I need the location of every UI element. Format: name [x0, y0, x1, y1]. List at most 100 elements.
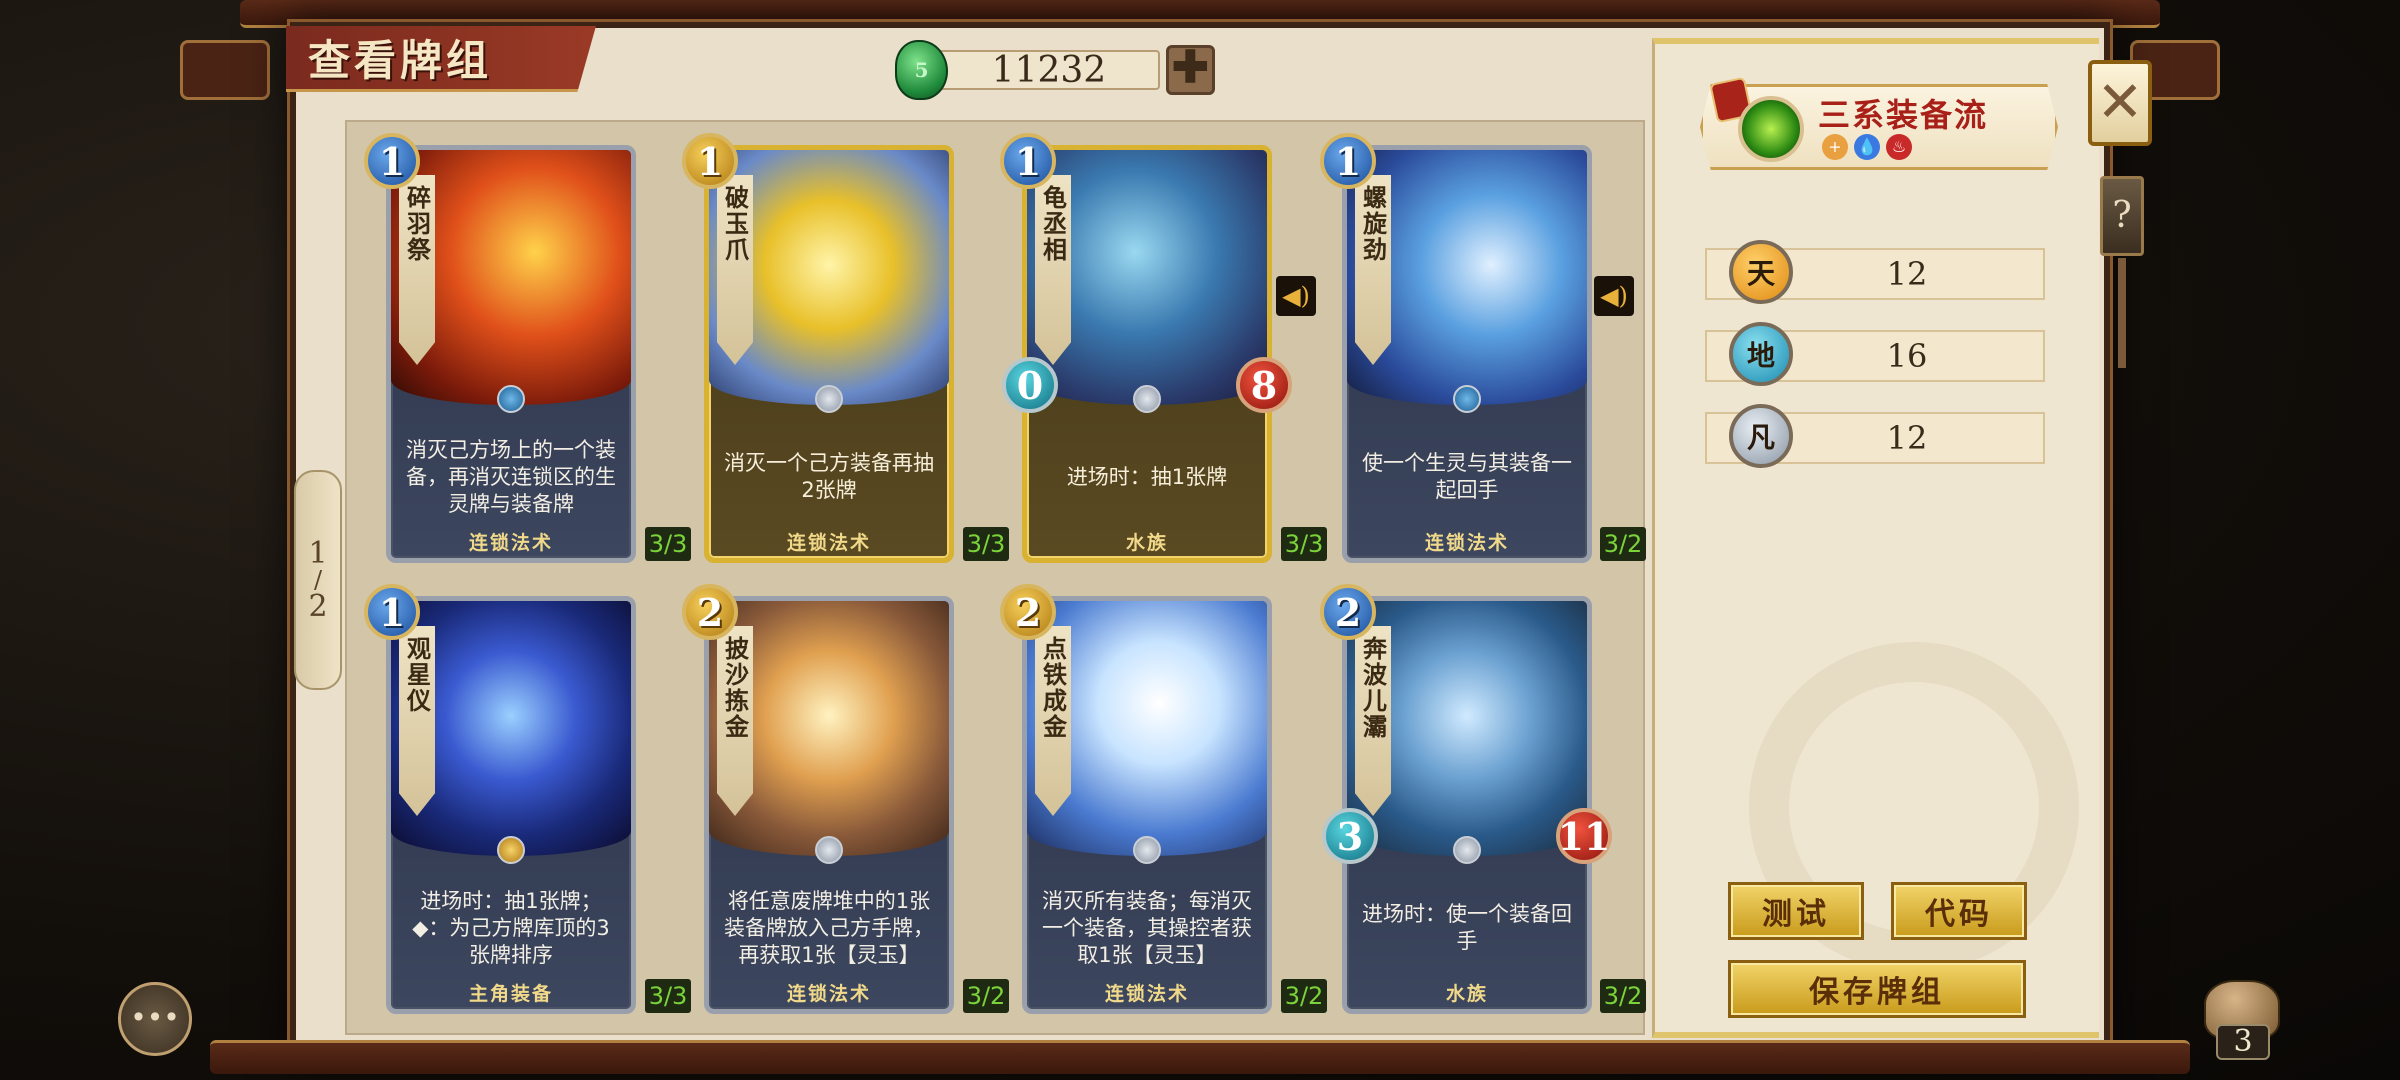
stat-heaven: 天 12	[1705, 240, 2045, 304]
stat-value: 16	[1886, 337, 1928, 375]
deck-emblem-icon	[1738, 96, 1804, 162]
card-attack: 0	[1002, 357, 1058, 413]
card-rarity-gem	[1133, 836, 1161, 864]
page-title: 查看牌组	[308, 36, 493, 85]
card-count: 3/3	[645, 979, 691, 1013]
card-cost: 1	[364, 584, 420, 640]
bottom-frame-bar	[210, 1040, 2190, 1074]
card-attack: 3	[1322, 808, 1378, 864]
card-name: 披沙拣金	[717, 626, 753, 816]
help-icon[interactable]: ?	[2100, 176, 2144, 256]
card-cost: 1	[364, 133, 420, 189]
card-cost: 1	[1000, 133, 1056, 189]
card-cost: 2	[1320, 584, 1376, 640]
stat-value: 12	[1886, 255, 1928, 293]
page-title-banner: 查看牌组	[286, 26, 596, 92]
card-frame: 破玉爪 消灭一个己方装备再抽2张牌 连锁法术	[704, 145, 954, 563]
card-frame: 披沙拣金 将任意废牌堆中的1张装备牌放入己方手牌，再获取1张【灵玉】 连锁法术	[704, 596, 954, 1014]
mortal-icon: 凡	[1729, 404, 1793, 468]
chat-icon[interactable]: •••	[118, 982, 192, 1056]
stat-value: 12	[1886, 419, 1928, 457]
deck-name: 三系装备流	[1818, 96, 1989, 134]
page-indicator[interactable]: 1 / 2	[294, 470, 342, 690]
card-count: 3/2	[1281, 979, 1327, 1013]
speaker-icon[interactable]: ◀)	[1276, 276, 1316, 316]
card-7[interactable]: 点铁成金 消灭所有装备；每消灭一个装备，其操控者获取1张【灵玉】 连锁法术 2	[1000, 584, 1272, 1014]
card-description: 消灭己方场上的一个装备，再消灭连锁区的生灵牌与装备牌	[406, 437, 616, 516]
stat-mortal: 凡 12	[1705, 404, 2045, 468]
element-fire-icon: ♨	[1886, 134, 1912, 160]
card-cost: 1	[682, 133, 738, 189]
card-frame: 点铁成金 消灭所有装备；每消灭一个装备，其操控者获取1张【灵玉】 连锁法术	[1022, 596, 1272, 1014]
card-frame: 观星仪 进场时：抽1张牌；◆：为己方牌库顶的3张牌排序 主角装备	[386, 596, 636, 1014]
card-type: 连锁法术	[786, 983, 871, 1005]
card-frame: 螺旋劲 使一个生灵与其装备一起回手 连锁法术	[1342, 145, 1592, 563]
card-description: 进场时：抽1张牌；◆：为己方牌库顶的3张牌排序	[412, 888, 610, 967]
card-count: 3/3	[1281, 527, 1327, 561]
card-count: 3/2	[963, 979, 1009, 1013]
jade-currency-icon: 5	[895, 40, 949, 100]
card-count: 3/3	[645, 527, 691, 561]
card-type: 水族	[1125, 532, 1168, 554]
card-rarity-gem	[497, 385, 525, 413]
card-name: 破玉爪	[717, 175, 753, 365]
bag-count: 3	[2216, 1024, 2270, 1060]
card-8[interactable]: 奔波儿灞 进场时：使一个装备回手 水族 2 3 11	[1320, 584, 1612, 1014]
card-count: 3/2	[1600, 979, 1646, 1013]
card-description: 使一个生灵与其装备一起回手	[1362, 451, 1572, 502]
card-type: 连锁法术	[786, 532, 871, 554]
save-deck-button[interactable]: 保存牌组	[1728, 960, 2026, 1018]
lantern-tassel	[2118, 258, 2126, 368]
card-rarity-gem	[1453, 836, 1481, 864]
card-frame: 碎羽祭 消灭己方场上的一个装备，再消灭连锁区的生灵牌与装备牌 连锁法术	[386, 145, 636, 563]
card-3[interactable]: 龟丞相 进场时：抽1张牌 水族 1 0 8	[1000, 133, 1292, 563]
element-plus-icon: +	[1822, 134, 1848, 160]
card-rarity-gem	[815, 385, 843, 413]
card-4[interactable]: 螺旋劲 使一个生灵与其装备一起回手 连锁法术 1	[1320, 133, 1592, 563]
card-type: 水族	[1445, 983, 1488, 1005]
card-description: 将任意废牌堆中的1张装备牌放入己方手牌，再获取1张【灵玉】	[724, 888, 934, 967]
currency-amount: 11232	[938, 50, 1160, 91]
card-name: 点铁成金	[1035, 626, 1071, 816]
card-type: 连锁法术	[1424, 532, 1509, 554]
card-description: 消灭一个己方装备再抽2张牌	[724, 451, 934, 502]
card-name: 观星仪	[399, 626, 435, 816]
card-frame: 奔波儿灞 进场时：使一个装备回手 水族	[1342, 596, 1592, 1014]
card-name: 碎羽祭	[399, 175, 435, 365]
bag-icon[interactable]: 3	[2204, 980, 2280, 1060]
card-type: 连锁法术	[468, 532, 553, 554]
card-description: 进场时：抽1张牌	[1066, 464, 1228, 489]
card-description: 消灭所有装备；每消灭一个装备，其操控者获取1张【灵玉】	[1042, 888, 1252, 967]
stat-earth: 地 16	[1705, 322, 2045, 386]
card-count: 3/3	[963, 527, 1009, 561]
card-health: 11	[1556, 808, 1612, 864]
card-cost: 2	[1000, 584, 1056, 640]
card-rarity-gem	[815, 836, 843, 864]
page-separator: /	[313, 566, 323, 594]
add-currency-button[interactable]: ✚	[1165, 45, 1215, 95]
card-name: 龟丞相	[1035, 175, 1071, 365]
card-6[interactable]: 披沙拣金 将任意废牌堆中的1张装备牌放入己方手牌，再获取1张【灵玉】 连锁法术 …	[682, 584, 954, 1014]
card-cost: 1	[1320, 133, 1376, 189]
currency-display: 5 11232 ✚	[895, 40, 1215, 100]
card-type: 连锁法术	[1104, 983, 1189, 1005]
heaven-icon: 天	[1729, 240, 1793, 304]
page-total: 2	[308, 589, 328, 624]
card-frame: 龟丞相 进场时：抽1张牌 水族	[1022, 145, 1272, 563]
speaker-icon[interactable]: ◀)	[1594, 276, 1634, 316]
card-rarity-gem	[1453, 385, 1481, 413]
code-button[interactable]: 代码	[1891, 882, 2027, 940]
card-rarity-gem	[1133, 385, 1161, 413]
card-count: 3/2	[1600, 527, 1646, 561]
earth-icon: 地	[1729, 322, 1793, 386]
close-icon[interactable]: ✕	[2088, 60, 2152, 146]
card-health: 8	[1236, 357, 1292, 413]
deck-info-panel	[1652, 38, 2099, 1038]
test-button[interactable]: 测试	[1728, 882, 1864, 940]
card-2[interactable]: 破玉爪 消灭一个己方装备再抽2张牌 连锁法术 1	[682, 133, 954, 563]
card-name: 螺旋劲	[1355, 175, 1391, 365]
card-name: 奔波儿灞	[1355, 626, 1391, 816]
card-5[interactable]: 观星仪 进场时：抽1张牌；◆：为己方牌库顶的3张牌排序 主角装备 1	[364, 584, 636, 1014]
card-1[interactable]: 碎羽祭 消灭己方场上的一个装备，再消灭连锁区的生灵牌与装备牌 连锁法术 1	[364, 133, 636, 563]
element-water-icon: 💧	[1854, 134, 1880, 160]
